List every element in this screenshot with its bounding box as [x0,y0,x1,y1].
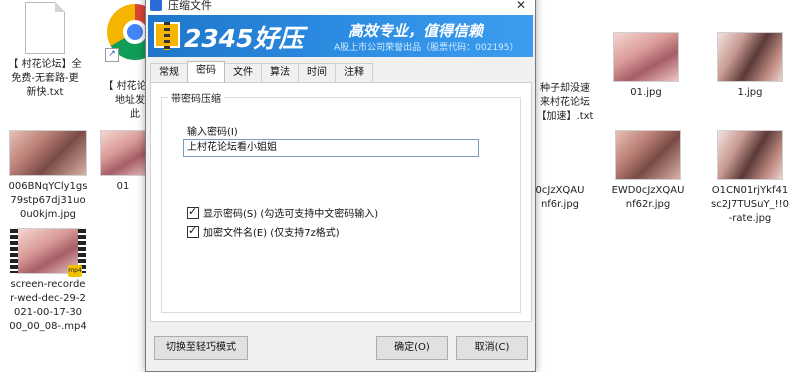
desktop-file-label: screen-recorde r-wed-dec-29-2 021-00-17-… [9,279,87,332]
archive-logo-icon [154,22,180,50]
mp4-badge-icon: mp4 [68,265,82,277]
tab-algorithm[interactable]: 算法 [261,63,299,82]
desktop-file-jpg-o1cn[interactable]: O1CN01rjYkf41 sc2J7TUSuY_!!0 -rate.jpg [705,130,795,226]
desktop-file-jpg-01-partial[interactable]: 01 [100,130,146,194]
password-tab-panel: 带密码压缩 输入密码(I) 上村花论坛看小姐姐 显示密码(S) (勾选可支持中文… [150,82,532,322]
app-icon [150,0,162,11]
desktop-file-jpg-01[interactable]: 01.jpg [601,32,691,100]
dialog-titlebar[interactable]: 压缩文件 ✕ [146,0,535,15]
desktop-file-mp4[interactable]: mp4 screen-recorde r-wed-dec-29-2 021-00… [3,228,93,334]
tab-comment[interactable]: 注释 [335,63,373,82]
desktop-file-label: O1CN01rjYkf41 sc2J7TUSuY_!!0 -rate.jpg [711,185,789,224]
dialog-title: 压缩文件 [168,0,212,12]
image-thumbnail [100,130,146,176]
tab-general[interactable]: 常规 [150,63,188,82]
password-label: 输入密码(I) [187,127,238,138]
desktop-file-label: 01.jpg [630,87,662,98]
brand-name: 2345好压 [184,24,304,53]
desktop-file-label: 【 村花论坛】全 免费-无套路-更 新快.txt [8,59,82,98]
image-thumbnail [717,32,783,82]
cancel-button[interactable]: 取消(C) [456,336,528,360]
brand-subtitle: A股上市公司荣誉出品（股票代码：002195） [334,43,519,53]
show-password-label: 显示密码(S) (勾选可支持中文密码输入) [203,209,379,220]
tab-files[interactable]: 文件 [224,63,262,82]
compress-dialog: 压缩文件 ✕ 2345好压 高效专业，值得信赖 A股上市公司荣誉出品（股票代码：… [145,0,536,372]
switch-lite-mode-button[interactable]: 切换至轻巧模式 [154,336,248,360]
shortcut-arrow-icon: ↗ [105,48,119,62]
image-thumbnail [717,130,783,180]
ok-button[interactable]: 确定(O) [376,336,448,360]
brand-banner: 2345好压 高效专业，值得信赖 A股上市公司荣誉出品（股票代码：002195） [148,15,533,57]
show-password-checkbox[interactable] [187,205,199,219]
text-file-icon [25,2,65,54]
encrypt-filenames-option[interactable]: 加密文件名(E) (仅支持7z格式) [187,224,340,239]
brand-slogan: 高效专业，值得信赖 [348,22,484,40]
tab-password[interactable]: 密码 [187,61,225,82]
encrypt-filenames-label: 加密文件名(E) (仅支持7z格式) [203,228,340,239]
close-button[interactable]: ✕ [513,0,529,13]
desktop-file-jpg-ewd[interactable]: EWD0cJzXQAU nf62r.jpg [603,130,693,212]
show-password-option[interactable]: 显示密码(S) (勾选可支持中文密码输入) [187,205,378,220]
video-thumbnail: mp4 [10,228,86,277]
image-thumbnail [9,130,87,176]
desktop-file-label: EWD0cJzXQAU nf62r.jpg [611,185,685,210]
encrypt-filenames-checkbox[interactable] [187,224,199,238]
desktop-file-txt-1[interactable]: 【 村花论坛】全 免费-无套路-更 新快.txt [0,2,90,100]
tab-time[interactable]: 时间 [298,63,336,82]
film-strip-icon [10,229,18,273]
desktop-file-jpg-1[interactable]: 1.jpg [705,32,795,100]
desktop-file-label: 1.jpg [737,87,763,98]
desktop-file-label: 01 [116,181,130,192]
dialog-tabs: 常规 密码 文件 算法 时间 注释 [150,61,373,83]
image-thumbnail [613,32,679,82]
password-input[interactable]: 上村花论坛看小姐姐 [183,139,479,157]
image-thumbnail [615,130,681,180]
desktop-file-jpg-006[interactable]: 006BNqYCly1gs 79stp67dj31uo 0u0kjm.jpg [3,130,93,222]
group-title: 带密码压缩 [168,90,224,105]
desktop-file-label: 006BNqYCly1gs 79stp67dj31uo 0u0kjm.jpg [8,181,88,220]
